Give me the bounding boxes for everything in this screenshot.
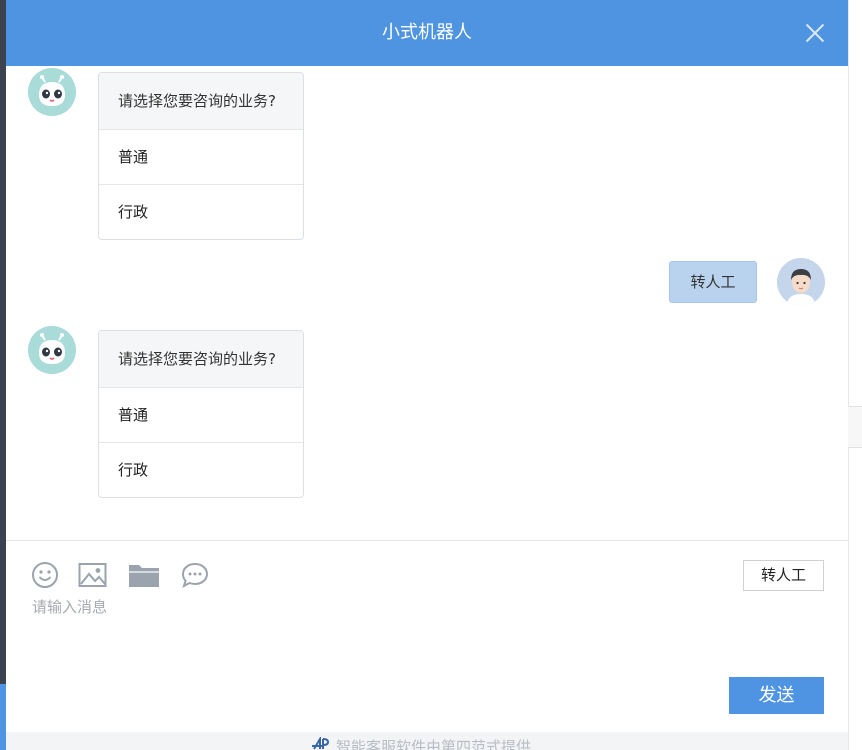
background-right-strip <box>848 0 862 750</box>
transfer-to-human-button[interactable]: 转人工 <box>743 560 824 591</box>
emoji-icon[interactable] <box>32 560 60 590</box>
footer: 智能客服软件由第四范式提供 <box>6 732 848 750</box>
image-icon[interactable] <box>78 560 108 590</box>
bot-options-card: 请选择您要咨询的业务? 普通 行政 <box>98 72 304 240</box>
option-item[interactable]: 行政 <box>99 443 303 497</box>
bot-avatar <box>28 326 76 374</box>
send-button[interactable]: 发送 <box>729 677 824 714</box>
close-icon[interactable] <box>800 18 830 48</box>
footer-text: 智能客服软件由第四范式提供 <box>336 738 532 750</box>
bot-options-card: 请选择您要咨询的业务? 普通 行政 <box>98 330 304 498</box>
dialog-title: 小式机器人 <box>382 22 472 43</box>
user-avatar <box>777 258 825 306</box>
background-right-row <box>848 406 862 448</box>
chat-bubble-icon[interactable] <box>181 560 209 590</box>
folder-icon[interactable] <box>128 560 160 590</box>
user-message-bubble: 转人工 <box>669 261 757 303</box>
input-divider <box>6 540 848 541</box>
user-icon <box>777 258 825 306</box>
robot-icon <box>28 68 76 116</box>
4paradigm-logo-icon <box>312 737 329 750</box>
option-item[interactable]: 普通 <box>99 130 303 185</box>
option-item[interactable]: 行政 <box>99 185 303 239</box>
dialog-header: 小式机器人 <box>6 0 848 66</box>
card-question: 请选择您要咨询的业务? <box>99 73 303 130</box>
chat-dialog: 小式机器人 请选择您要咨询的业务? 普通 行政 转人工 请选择您要咨询的业务? … <box>6 0 848 750</box>
robot-icon <box>28 326 76 374</box>
message-list[interactable]: 请选择您要咨询的业务? 普通 行政 转人工 请选择您要咨询的业务? 普通 行政 <box>6 66 848 540</box>
card-question: 请选择您要咨询的业务? <box>99 331 303 388</box>
option-item[interactable]: 普通 <box>99 388 303 443</box>
bot-avatar <box>28 68 76 116</box>
message-input[interactable] <box>32 596 822 666</box>
